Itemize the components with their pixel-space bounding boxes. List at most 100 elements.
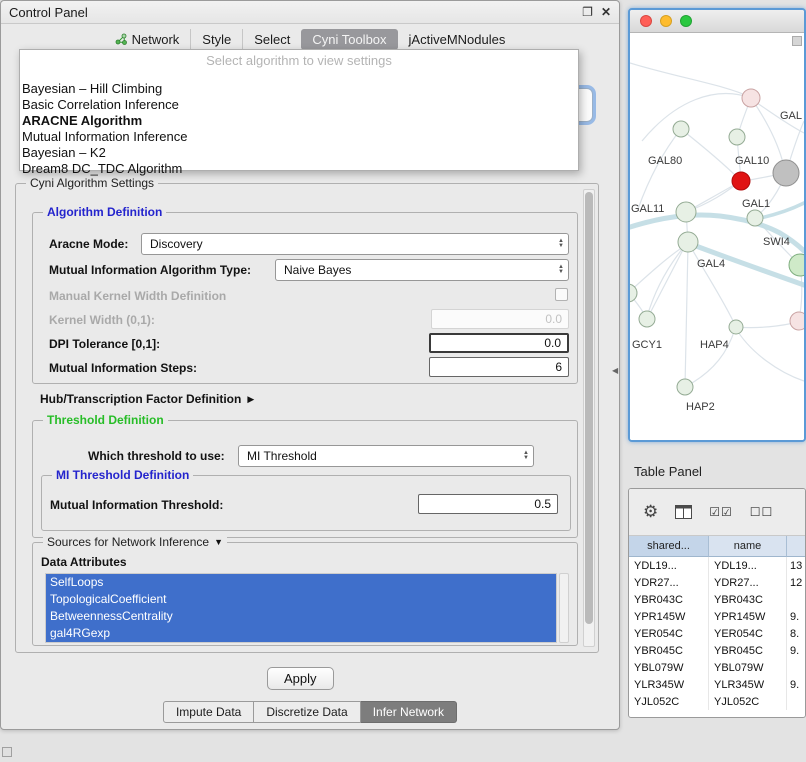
panel-splitter-arrow[interactable]: ◀	[612, 366, 618, 375]
table-cell[interactable]	[787, 693, 805, 710]
table-cell[interactable]: YPR145W	[709, 608, 787, 625]
table-cell[interactable]: YBR045C	[629, 642, 709, 659]
table-cell[interactable]: YBR043C	[709, 591, 787, 608]
table-row[interactable]: YBR045C YBR045C 9.	[629, 642, 805, 659]
table-settings-gear-icon[interactable]: ⚙	[643, 502, 658, 522]
table-row[interactable]: YBR043C YBR043C	[629, 591, 805, 608]
table-cell[interactable]: YJL052C	[709, 693, 787, 710]
float-window-icon[interactable]: ❐	[582, 5, 593, 19]
table-cell[interactable]: YER054C	[629, 625, 709, 642]
table-cell[interactable]: YER054C	[709, 625, 787, 642]
manual-kernel-checkbox[interactable]	[555, 288, 568, 301]
mi-threshold-field[interactable]: 0.5	[418, 494, 558, 514]
algorithm-option-bayesian-hill[interactable]: Bayesian – Hill Climbing	[20, 81, 578, 97]
table-row[interactable]: YDR27... YDR27... 12	[629, 574, 805, 591]
select-columns-icon[interactable]	[675, 505, 692, 519]
network-node-selected[interactable]	[732, 172, 750, 190]
apply-button[interactable]: Apply	[267, 667, 334, 690]
zoom-traffic-light[interactable]	[680, 15, 692, 27]
tab-discretize-data[interactable]: Discretize Data	[254, 701, 360, 723]
table-cell[interactable]: YBL079W	[709, 659, 787, 676]
select-all-checkboxes-icon[interactable]: ☑☑	[709, 505, 733, 519]
table-row[interactable]: YPR145W YPR145W 9.	[629, 608, 805, 625]
kernel-width-field[interactable]: 0.0	[431, 309, 569, 329]
table-cell[interactable]: YBL079W	[629, 659, 709, 676]
algorithm-option-basic-correlation[interactable]: Basic Correlation Inference	[20, 97, 578, 113]
column-header-name[interactable]: name	[709, 536, 787, 557]
network-node[interactable]	[729, 320, 743, 334]
table-cell[interactable]: YDR27...	[629, 574, 709, 591]
network-node[interactable]	[729, 129, 745, 145]
sources-title-row[interactable]: Sources for Network Inference ▼	[43, 535, 227, 549]
table-cell[interactable]: YLR345W	[629, 676, 709, 693]
network-node[interactable]	[678, 232, 698, 252]
close-traffic-light[interactable]	[640, 15, 652, 27]
table-cell[interactable]: 8.	[787, 625, 805, 642]
attribute-item[interactable]: BetweennessCentrality	[46, 608, 556, 625]
table-row[interactable]: YJL052C YJL052C	[629, 693, 805, 710]
attributes-scrollbar[interactable]	[559, 573, 569, 643]
table-cell[interactable]: 9.	[787, 676, 805, 693]
tab-cyni-toolbox[interactable]: Cyni Toolbox	[301, 29, 397, 50]
close-window-icon[interactable]: ✕	[601, 5, 611, 19]
network-node[interactable]	[630, 284, 637, 302]
table-cell[interactable]: YBR045C	[709, 642, 787, 659]
table-cell[interactable]: YBR043C	[629, 591, 709, 608]
which-threshold-select[interactable]: MI Threshold ▲▼	[238, 445, 534, 467]
mi-steps-field[interactable]: 6	[429, 357, 569, 377]
table-cell[interactable]: YPR145W	[629, 608, 709, 625]
attribute-item[interactable]: gal4RGexp	[46, 625, 556, 642]
settings-scrollbar-thumb[interactable]	[585, 192, 593, 624]
table-cell[interactable]: YDL19...	[629, 557, 709, 574]
aracne-mode-select[interactable]: Discovery ▲▼	[141, 233, 569, 255]
column-header-shared-name[interactable]: shared...	[629, 536, 709, 557]
algorithm-option-dream8[interactable]: Dream8 DC_TDC Algorithm	[20, 161, 578, 177]
deselect-all-checkboxes-icon[interactable]: ☐☐	[750, 505, 774, 519]
table-row[interactable]: YLR345W YLR345W 9.	[629, 676, 805, 693]
settings-scrollbar[interactable]	[583, 189, 595, 647]
tab-jactivemnodules[interactable]: jActiveMNodules	[398, 29, 517, 50]
table-cell[interactable]: YDR27...	[709, 574, 787, 591]
window-resize-grip[interactable]	[2, 747, 12, 757]
dpi-tolerance-field[interactable]: 0.0	[429, 333, 569, 353]
network-node[interactable]	[742, 89, 760, 107]
column-header-partial[interactable]	[787, 536, 805, 557]
network-node[interactable]	[773, 160, 799, 186]
tab-select[interactable]: Select	[242, 29, 301, 50]
table-cell[interactable]: YJL052C	[629, 693, 709, 710]
table-row[interactable]: YBL079W YBL079W	[629, 659, 805, 676]
attribute-item[interactable]: SelfLoops	[46, 574, 556, 591]
table-row[interactable]: YER054C YER054C 8.	[629, 625, 805, 642]
tab-infer-network[interactable]: Infer Network	[361, 701, 457, 723]
network-window-titlebar[interactable]	[630, 10, 804, 33]
table-cell[interactable]: 13	[787, 557, 805, 574]
data-attributes-list[interactable]: SelfLoops TopologicalCoefficient Between…	[45, 573, 557, 643]
table-cell[interactable]: 12	[787, 574, 805, 591]
table-cell[interactable]: YLR345W	[709, 676, 787, 693]
tab-impute-data[interactable]: Impute Data	[163, 701, 254, 723]
network-node[interactable]	[639, 311, 655, 327]
table-cell[interactable]: YDL19...	[709, 557, 787, 574]
tab-network[interactable]: Network	[104, 29, 191, 50]
table-cell[interactable]	[787, 659, 805, 676]
combo-arrows-icon: ▲▼	[558, 265, 564, 275]
algorithm-option-bayesian-k2[interactable]: Bayesian – K2	[20, 145, 578, 161]
algorithm-option-aracne[interactable]: ARACNE Algorithm	[20, 113, 578, 129]
tab-style[interactable]: Style	[190, 29, 242, 50]
algorithm-option-mutual-information[interactable]: Mutual Information Inference	[20, 129, 578, 145]
network-canvas[interactable]: GAL80 GAL10 GAL GAL11 GAL1 SWI4 GAL4 GCY…	[630, 33, 804, 440]
table-cell[interactable]: 9.	[787, 642, 805, 659]
hub-definition-expander[interactable]: Hub/Transcription Factor Definition ▶	[40, 392, 254, 406]
birdseye-toggle[interactable]	[792, 36, 802, 46]
mi-type-select[interactable]: Naive Bayes ▲▼	[275, 259, 569, 281]
minimize-traffic-light[interactable]	[660, 15, 672, 27]
table-row[interactable]: YDL19... YDL19... 13	[629, 557, 805, 574]
network-node[interactable]	[747, 210, 763, 226]
attribute-item[interactable]: TopologicalCoefficient	[46, 591, 556, 608]
network-node[interactable]	[673, 121, 689, 137]
network-node[interactable]	[677, 379, 693, 395]
network-node[interactable]	[676, 202, 696, 222]
table-cell[interactable]	[787, 591, 805, 608]
table-cell[interactable]: 9.	[787, 608, 805, 625]
network-node[interactable]	[790, 312, 804, 330]
